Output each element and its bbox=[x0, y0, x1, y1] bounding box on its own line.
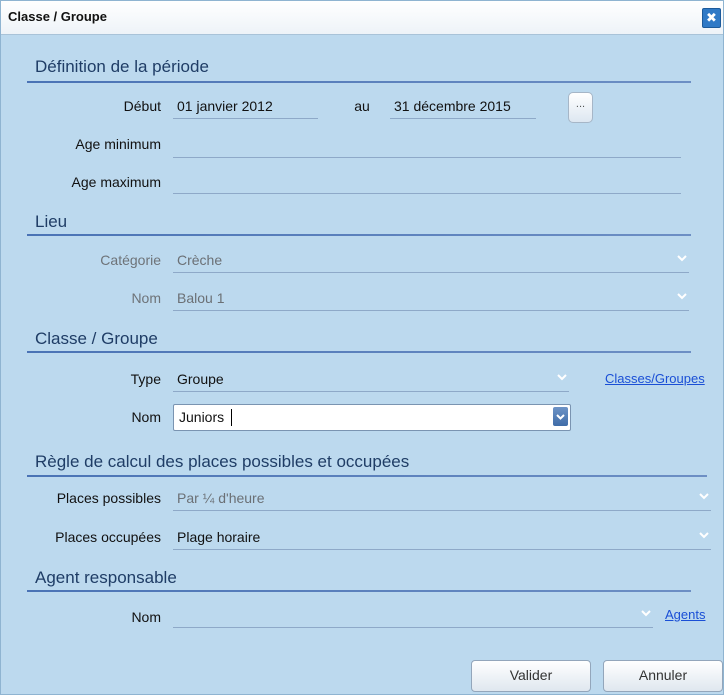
section-divider bbox=[27, 475, 707, 477]
section-heading-agent: Agent responsable bbox=[35, 568, 177, 587]
debut-label: Début bbox=[123, 98, 161, 114]
categorie-label: Catégorie bbox=[100, 252, 161, 268]
places-possibles-label: Places possibles bbox=[56, 490, 161, 506]
chevron-down-icon bbox=[556, 414, 565, 420]
section-divider bbox=[27, 234, 691, 236]
section-heading-periode: Définition de la période bbox=[35, 57, 209, 76]
section-divider bbox=[27, 81, 691, 83]
close-icon[interactable]: ✖ bbox=[702, 8, 721, 28]
lieu-nom-select[interactable]: Balou 1 bbox=[173, 286, 689, 311]
agents-link[interactable]: Agents bbox=[665, 607, 705, 622]
section-heading-regle: Règle de calcul des places possibles et … bbox=[35, 452, 410, 471]
chevron-down-icon bbox=[699, 492, 709, 500]
title-bar[interactable]: Classe / Groupe ✖ bbox=[1, 1, 723, 35]
chevron-down-icon bbox=[557, 373, 567, 381]
classe-groupe-dialog: Classe / Groupe ✖ Définition de la pério… bbox=[0, 0, 724, 695]
section-divider bbox=[27, 590, 691, 592]
chevron-down-icon bbox=[641, 609, 651, 617]
section-heading-lieu: Lieu bbox=[35, 212, 68, 231]
type-label: Type bbox=[130, 371, 161, 387]
classes-groupes-link[interactable]: Classes/Groupes bbox=[605, 371, 705, 386]
places-occupees-select[interactable]: Plage horaire bbox=[173, 525, 711, 550]
type-select[interactable]: Groupe bbox=[173, 367, 569, 392]
annuler-button[interactable]: Annuler bbox=[603, 660, 723, 692]
valider-button[interactable]: Valider bbox=[471, 660, 591, 692]
age-max-label: Age maximum bbox=[71, 174, 161, 190]
section-divider bbox=[27, 351, 691, 353]
categorie-select[interactable]: Crèche bbox=[173, 248, 689, 273]
agent-nom-select[interactable] bbox=[173, 603, 653, 628]
dialog-title: Classe / Groupe bbox=[8, 9, 107, 24]
age-min-label: Age minimum bbox=[75, 136, 161, 152]
age-min-field[interactable] bbox=[173, 133, 681, 158]
places-occupees-label: Places occupées bbox=[55, 529, 161, 545]
section-heading-classe: Classe / Groupe bbox=[35, 329, 158, 348]
debut-date-field[interactable]: 01 janvier 2012 bbox=[173, 94, 318, 119]
chevron-down-icon bbox=[677, 292, 687, 300]
classe-nom-label: Nom bbox=[131, 409, 161, 425]
text-cursor bbox=[231, 409, 232, 426]
age-max-field[interactable] bbox=[173, 169, 681, 194]
fin-date-field[interactable]: 31 décembre 2015 bbox=[390, 94, 536, 119]
lieu-nom-label: Nom bbox=[131, 290, 161, 306]
classe-nom-select[interactable]: Juniors bbox=[173, 404, 571, 431]
date-picker-button[interactable]: ... bbox=[568, 92, 593, 123]
au-label: au bbox=[354, 98, 370, 114]
dropdown-button[interactable] bbox=[553, 407, 568, 426]
chevron-down-icon bbox=[699, 531, 709, 539]
chevron-down-icon bbox=[677, 254, 687, 262]
places-possibles-select[interactable]: Par ¼ d'heure bbox=[173, 486, 711, 511]
agent-nom-label: Nom bbox=[131, 609, 161, 625]
